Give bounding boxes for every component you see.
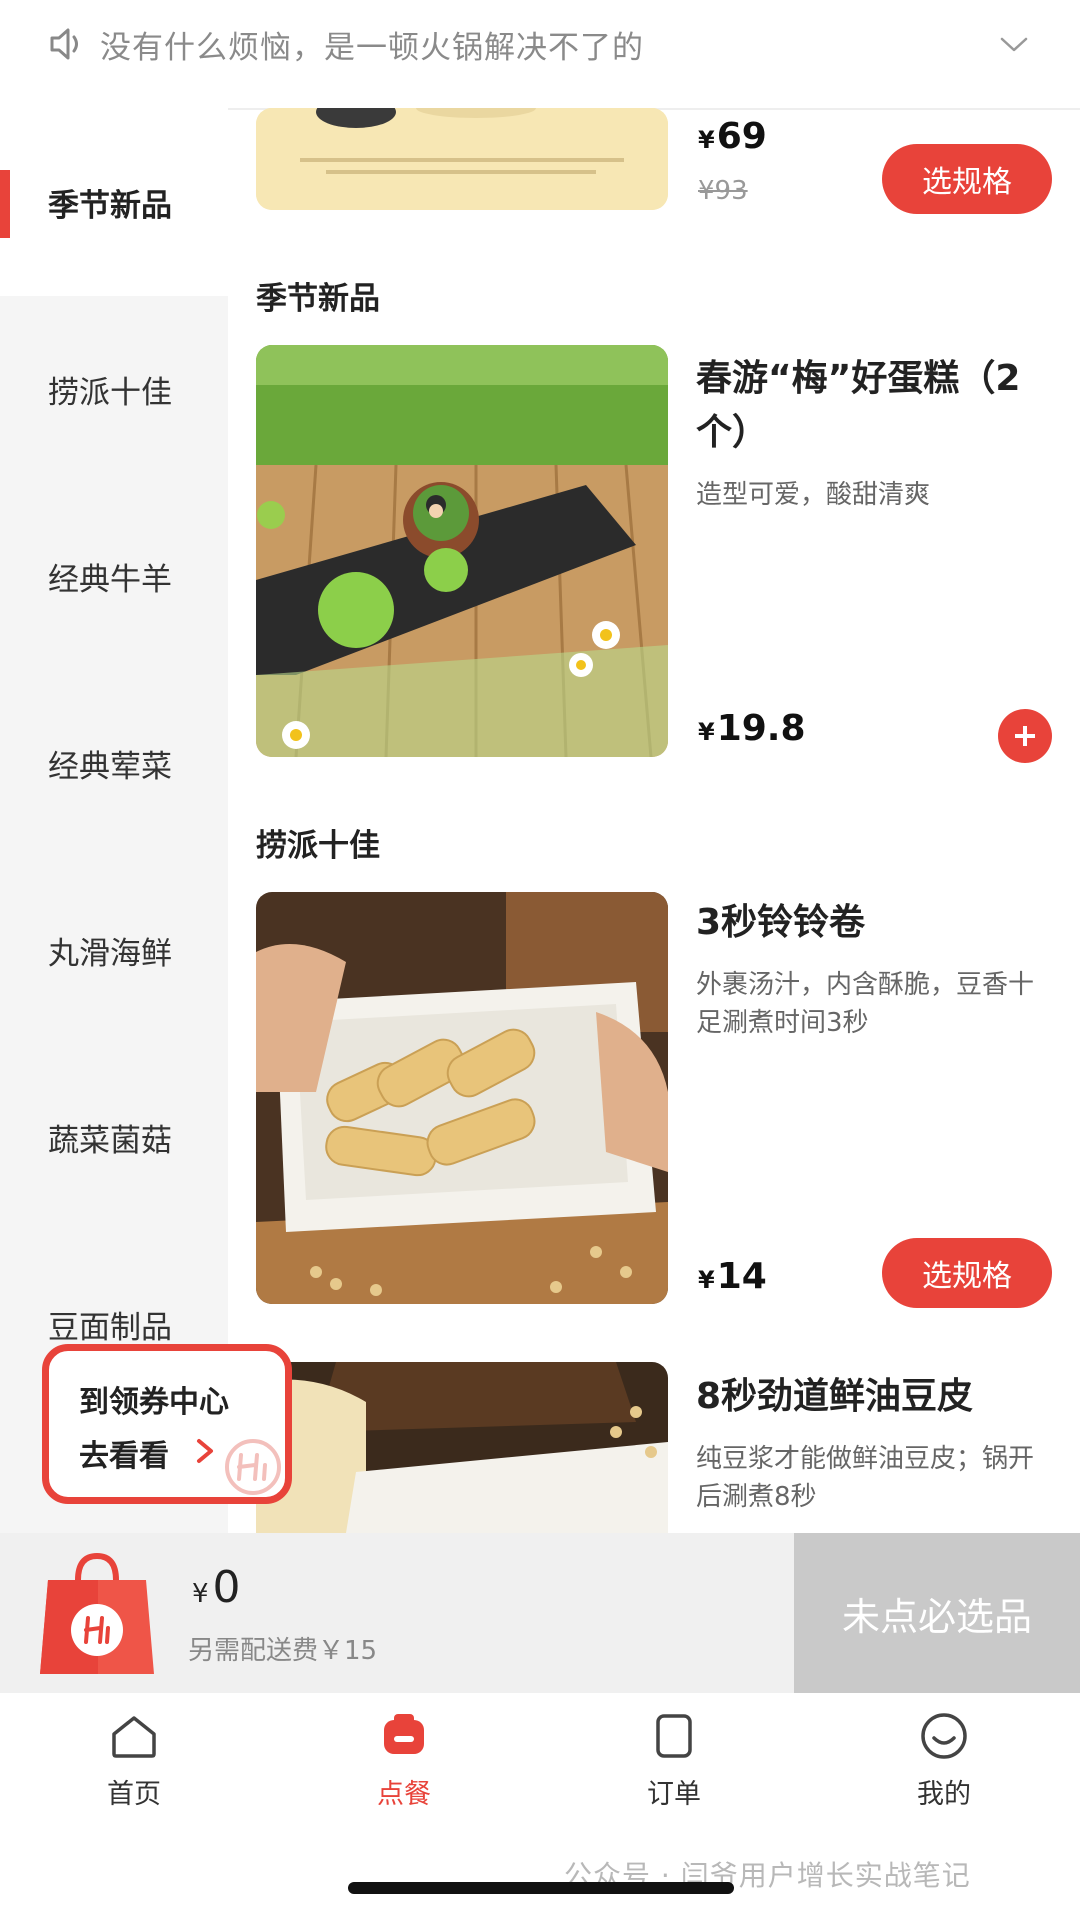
cart-total-price: ¥0 bbox=[192, 1562, 241, 1613]
notice-bar[interactable]: 没有什么烦恼，是一顿火锅解决不了的 bbox=[0, 0, 1080, 110]
tab-order-food[interactable]: 点餐 bbox=[349, 1710, 459, 1811]
sidebar-item-seasonal-new[interactable]: 季节新品 bbox=[48, 180, 172, 225]
tab-profile[interactable]: 我的 bbox=[889, 1710, 999, 1811]
item-price-cake: ¥19.8 bbox=[698, 708, 806, 749]
product-image-cake[interactable] bbox=[256, 345, 668, 757]
item-name-bean-curd-roll: 3秒铃铃卷 bbox=[696, 902, 866, 943]
product-image-partial[interactable] bbox=[256, 108, 668, 210]
tab-home-label: 首页 bbox=[107, 1779, 161, 1810]
item-name-cake: 春游“梅”好蛋糕（2个） bbox=[696, 358, 1021, 453]
sidebar-item-top-ten[interactable]: 捞派十佳 bbox=[48, 367, 172, 412]
tab-profile-label: 我的 bbox=[917, 1779, 971, 1810]
item-name-tofu-skin: 8秒劲道鲜油豆皮 bbox=[696, 1376, 974, 1417]
section-title-top-ten: 捞派十佳 bbox=[256, 828, 380, 864]
item-desc-bean-curd-roll: 外裹汤汁，内含酥脆，豆香十足涮煮时间3秒 bbox=[696, 970, 1035, 1038]
tab-home[interactable]: 首页 bbox=[79, 1710, 189, 1811]
chevron-right-icon bbox=[197, 1439, 213, 1463]
profile-icon bbox=[921, 1713, 967, 1759]
sidebar-item-vegetables-mushrooms[interactable]: 蔬菜菌菇 bbox=[48, 1115, 172, 1160]
chevron-down-icon[interactable] bbox=[998, 28, 1030, 60]
partial-item-original-price: ¥93 bbox=[698, 176, 748, 206]
order-food-icon bbox=[384, 1714, 424, 1754]
item-desc-cake: 造型可爱，酸甜清爽 bbox=[696, 480, 931, 510]
coupon-line1: 到领券中心 bbox=[79, 1385, 229, 1420]
select-spec-button[interactable]: 选规格 bbox=[882, 1238, 1052, 1308]
coupon-line2: 去看看 bbox=[79, 1439, 169, 1474]
sidebar-active-indicator bbox=[0, 170, 10, 238]
item-price-bean-curd-roll: ¥14 bbox=[698, 1256, 767, 1297]
partial-item-select-spec-button[interactable]: 选规格 bbox=[882, 144, 1052, 214]
tab-order-food-label: 点餐 bbox=[377, 1779, 431, 1810]
item-desc-tofu-skin: 纯豆浆才能做鲜油豆皮；锅开后涮煮8秒 bbox=[696, 1444, 1035, 1512]
add-to-cart-button[interactable] bbox=[998, 709, 1052, 763]
notice-text: 没有什么烦恼，是一顿火锅解决不了的 bbox=[100, 30, 644, 66]
plus-icon bbox=[1015, 726, 1035, 746]
coupon-center-popup[interactable]: 到领券中心 去看看 bbox=[42, 1344, 292, 1504]
hi-logo-icon bbox=[225, 1439, 281, 1495]
product-image-tofu-skin[interactable] bbox=[256, 1362, 668, 1533]
speaker-icon bbox=[50, 28, 78, 60]
shopping-bag-icon[interactable] bbox=[38, 1550, 156, 1680]
delivery-fee-note: 另需配送费￥15 bbox=[188, 1636, 378, 1666]
partial-item-price: ¥69 bbox=[698, 116, 767, 157]
home-indicator[interactable] bbox=[348, 1882, 734, 1894]
sidebar-item-classic-beef-lamb[interactable]: 经典牛羊 bbox=[48, 554, 172, 599]
section-title-seasonal: 季节新品 bbox=[256, 281, 380, 317]
sidebar-item-classic-meat[interactable]: 经典荤菜 bbox=[48, 741, 172, 786]
checkout-button[interactable]: 未点必选品 bbox=[794, 1533, 1080, 1693]
tab-orders[interactable]: 订单 bbox=[619, 1710, 729, 1811]
product-image-bean-curd-roll[interactable] bbox=[256, 892, 668, 1304]
home-icon bbox=[112, 1716, 156, 1758]
tab-orders-label: 订单 bbox=[647, 1779, 701, 1810]
sidebar-item-balls-seafood[interactable]: 丸滑海鲜 bbox=[48, 928, 172, 973]
orders-icon bbox=[656, 1714, 692, 1758]
sidebar-item-tofu-noodles[interactable]: 豆面制品 bbox=[48, 1302, 172, 1347]
